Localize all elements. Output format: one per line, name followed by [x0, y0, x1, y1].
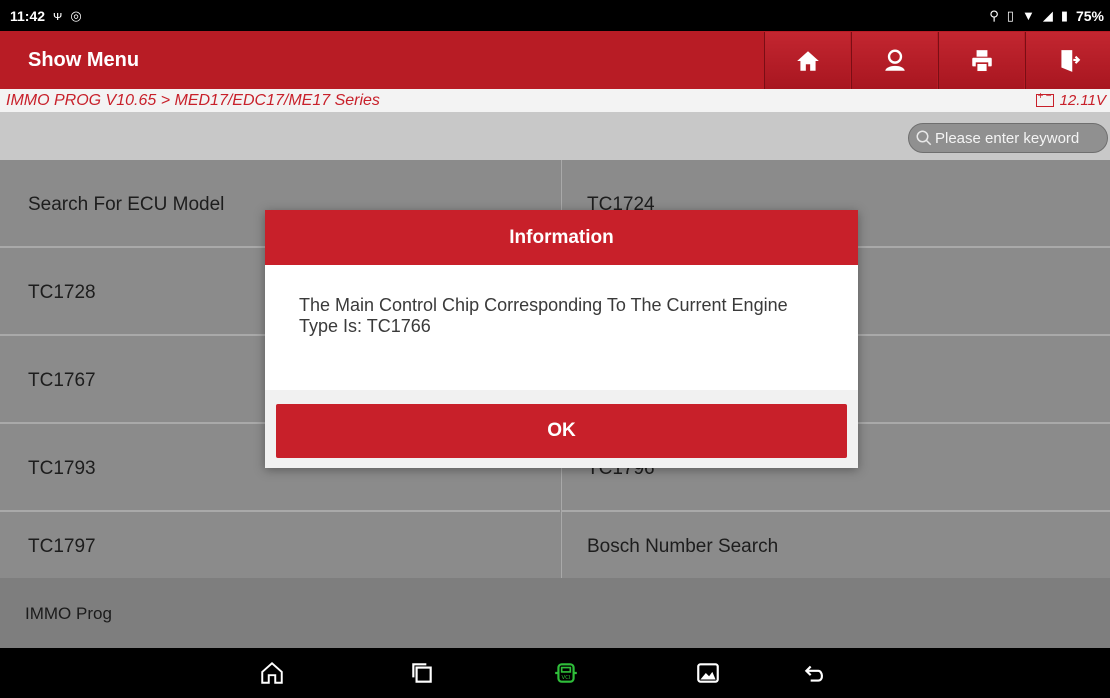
- menu-item-label: Bosch Number Search: [587, 536, 779, 557]
- page-title: Show Menu: [28, 49, 140, 71]
- information-dialog: Information The Main Control Chip Corres…: [265, 210, 858, 468]
- wifi-icon: ▼: [1021, 8, 1035, 23]
- nav-home-button[interactable]: [257, 658, 287, 688]
- back-icon: [804, 665, 823, 682]
- title-bar: Show Menu: [0, 31, 1110, 89]
- usb-icon: ᴪ: [53, 8, 63, 23]
- search-input[interactable]: Please enter keyword: [908, 123, 1108, 153]
- breadcrumb: IMMO PROG V10.65 > MED17/EDC17/ME17 Seri…: [0, 89, 1110, 112]
- footer-bar: IMMO Prog: [0, 578, 1110, 648]
- svg-text:VCI: VCI: [561, 675, 570, 681]
- location-icon: ⚲: [989, 7, 999, 23]
- exit-button[interactable]: [1025, 32, 1110, 89]
- menu-item-label: Search For ECU Model: [28, 194, 225, 215]
- battery-percent: 75%: [1075, 7, 1104, 24]
- home-outline-icon: [261, 661, 283, 684]
- vci-icon: VCI: [555, 663, 577, 683]
- nav-recent-button[interactable]: [407, 658, 437, 688]
- voltage-value: 12.11V: [1059, 92, 1106, 109]
- print-button[interactable]: [938, 32, 1024, 89]
- nav-bar: VCI: [0, 648, 1110, 698]
- gallery-icon: [697, 663, 719, 683]
- menu-item[interactable]: Bosch Number Search: [561, 512, 1110, 578]
- menu-item-label: TC1793: [28, 458, 96, 479]
- car-battery-icon: [1035, 91, 1054, 107]
- menu-item-label: TC1728: [28, 282, 96, 303]
- breadcrumb-path: IMMO PROG V10.65 > MED17/EDC17/ME17 Seri…: [6, 91, 380, 109]
- status-bar: 11:42 ᴪ ◎ ⚲ ▯ ▼ ◢ ▮ 75%: [0, 0, 1110, 31]
- voltage-indicator: 12.11V: [1035, 91, 1106, 109]
- home-button[interactable]: [764, 32, 850, 89]
- menu-item[interactable]: TC1797: [0, 512, 560, 578]
- menu-item-label: TC1767: [28, 370, 96, 391]
- print-icon: [971, 49, 992, 73]
- battery-icon: ▮: [1060, 7, 1068, 23]
- bluetooth-icon: ◎: [70, 7, 82, 23]
- recent-apps-icon: [412, 663, 432, 683]
- search-icon: [916, 130, 932, 146]
- dialog-title: Information: [265, 210, 858, 265]
- ok-button[interactable]: OK: [276, 404, 847, 458]
- nav-gallery-button[interactable]: [693, 658, 723, 688]
- signal-icon: ◢: [1042, 7, 1053, 23]
- user-button[interactable]: [851, 32, 937, 89]
- exit-icon: [1060, 49, 1080, 72]
- footer-label: IMMO Prog: [25, 604, 112, 623]
- nav-vci-button[interactable]: VCI: [551, 658, 581, 688]
- search-strip: Please enter keyword: [0, 112, 1110, 160]
- status-time: 11:42: [10, 7, 46, 24]
- nav-back-button[interactable]: [800, 658, 830, 688]
- user-icon: [884, 49, 905, 71]
- vibrate-icon: ▯: [1006, 7, 1014, 23]
- home-icon: [796, 50, 819, 71]
- dialog-message: The Main Control Chip Corresponding To T…: [265, 265, 858, 390]
- menu-item-label: TC1797: [28, 536, 96, 557]
- search-placeholder: Please enter keyword: [935, 129, 1080, 147]
